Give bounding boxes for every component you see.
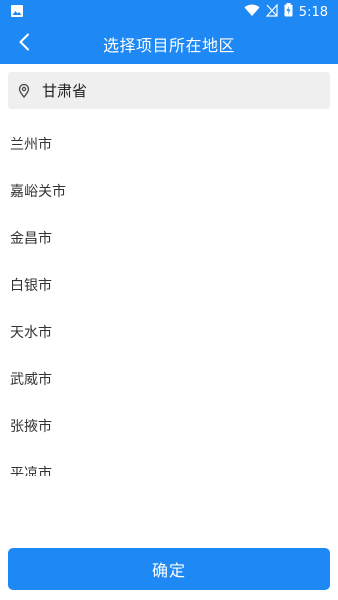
list-item[interactable]: 白银市 <box>0 261 338 308</box>
status-time: 5:18 <box>298 4 328 20</box>
city-list[interactable]: 兰州市 嘉峪关市 金昌市 白银市 天水市 武威市 张掖市 平凉市 <box>0 118 338 477</box>
city-label: 平凉市 <box>10 465 52 477</box>
city-label: 嘉峪关市 <box>10 183 66 200</box>
confirm-button[interactable]: 确定 <box>8 548 330 590</box>
city-label: 金昌市 <box>10 230 52 247</box>
list-item[interactable]: 嘉峪关市 <box>0 167 338 214</box>
list-item[interactable]: 武威市 <box>0 355 338 402</box>
page-title: 选择项目所在地区 <box>102 36 235 55</box>
no-signal-icon <box>265 2 278 21</box>
city-label: 兰州市 <box>10 136 52 153</box>
back-button[interactable] <box>10 30 38 58</box>
battery-charging-icon <box>284 3 293 21</box>
city-label: 白银市 <box>10 277 52 294</box>
city-label: 天水市 <box>10 324 52 341</box>
list-item[interactable]: 天水市 <box>0 308 338 355</box>
chevron-left-icon <box>18 33 30 55</box>
province-label: 甘肃省 <box>42 82 88 100</box>
list-item[interactable]: 平凉市 <box>0 449 338 477</box>
status-bar: 5:18 <box>0 0 338 24</box>
image-icon <box>10 3 24 22</box>
province-selector[interactable]: 甘肃省 <box>8 72 330 109</box>
city-label: 张掖市 <box>10 418 52 435</box>
list-item[interactable]: 兰州市 <box>0 120 338 167</box>
app-bar: 选择项目所在地区 <box>0 24 338 64</box>
location-pin-icon <box>18 83 32 98</box>
list-item[interactable]: 张掖市 <box>0 402 338 449</box>
list-item[interactable]: 金昌市 <box>0 214 338 261</box>
wifi-icon <box>244 4 260 21</box>
city-label: 武威市 <box>10 371 52 388</box>
confirm-label: 确定 <box>151 561 186 580</box>
